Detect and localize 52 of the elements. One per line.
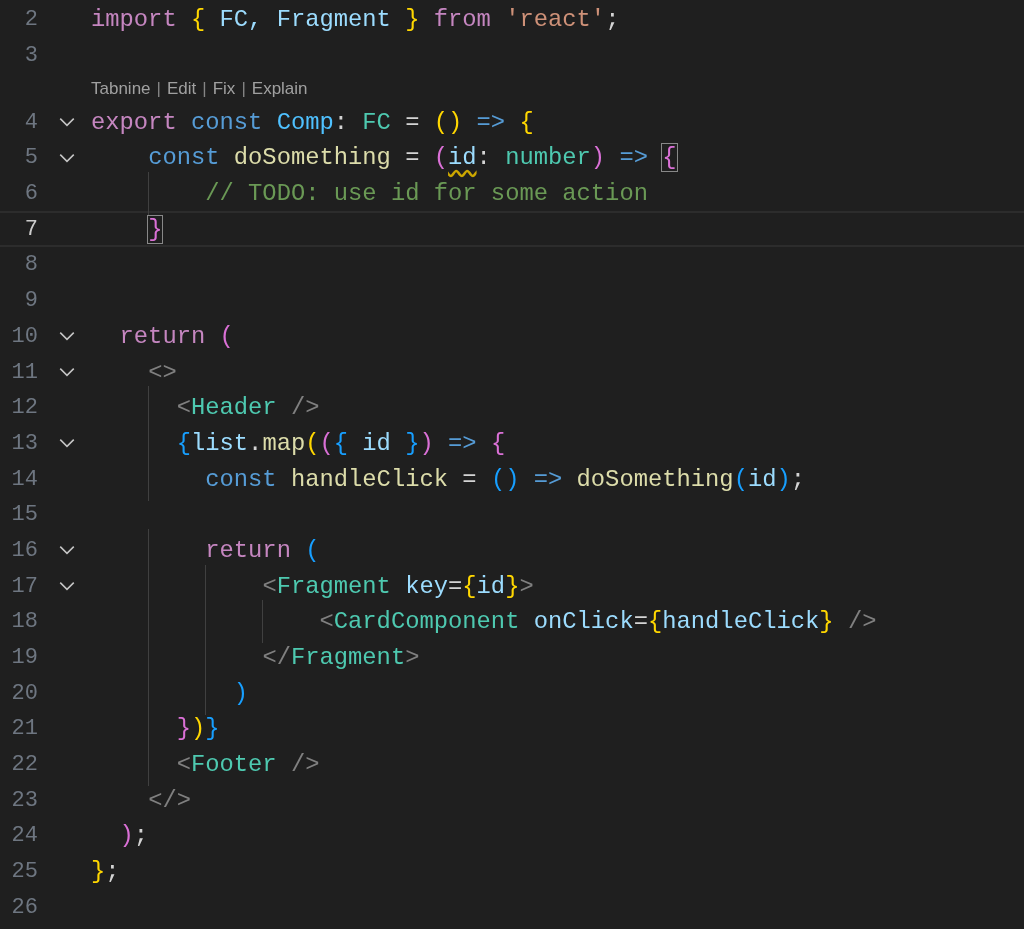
line-number: 11	[11, 359, 38, 385]
code-line: })}	[176, 715, 220, 743]
line-number: 3	[24, 43, 38, 69]
code-line: )	[233, 679, 249, 707]
line-number: 10	[11, 323, 38, 349]
code-line: // TODO: use id for some action	[205, 180, 648, 208]
code-line: const doSomething = (id: number) => {	[148, 144, 677, 172]
line-number: 21	[11, 716, 38, 742]
line-number: 18	[11, 609, 38, 635]
code-line: <>	[148, 358, 177, 386]
code-line: <Header />	[176, 394, 320, 422]
line-number: 6	[24, 181, 38, 207]
line-number: 13	[11, 430, 38, 456]
codelens-separator: |	[156, 78, 161, 99]
codelens-link[interactable]: Tabnine	[91, 78, 151, 99]
line-number: 2	[24, 7, 38, 33]
code-line: return (	[205, 536, 320, 564]
codelens-separator: |	[241, 78, 246, 99]
line-number: 9	[24, 288, 38, 314]
codelens-link[interactable]: Fix	[212, 78, 236, 99]
code-line: return (	[119, 322, 234, 350]
line-number: 15	[11, 502, 38, 528]
code-line: export const Comp: FC = () => {	[91, 108, 534, 136]
line-number: 26	[11, 894, 38, 920]
code-line: {list.map(({ id }) => {	[176, 429, 506, 457]
code-line: <Footer />	[176, 751, 320, 779]
code-line: };	[91, 858, 120, 886]
codelens-separator: |	[202, 78, 207, 99]
line-number: 8	[24, 252, 38, 278]
line-number: 17	[11, 573, 38, 599]
code-line: }	[148, 215, 163, 243]
code-line: <CardComponent onClick={handleClick} />	[319, 608, 877, 636]
line-number: 12	[11, 395, 38, 421]
line-number: 7	[24, 216, 38, 242]
codelens-link[interactable]: Explain	[251, 78, 308, 99]
code-line: const handleClick = () => doSomething(id);	[205, 465, 806, 493]
line-number: 19	[11, 645, 38, 671]
line-number: 5	[24, 145, 38, 171]
line-number: 22	[11, 752, 38, 778]
line-number: 14	[11, 466, 38, 492]
code-line: import { FC, Fragment } from 'react';	[91, 6, 620, 34]
line-number: 23	[11, 787, 38, 813]
line-number: 24	[11, 823, 38, 849]
code-line: </>	[148, 786, 191, 814]
codelens-link[interactable]: Edit	[167, 78, 197, 99]
code-line: <Fragment key={id}>	[262, 572, 534, 600]
line-number: 20	[11, 680, 38, 706]
code-line: </Fragment>	[262, 644, 420, 672]
code-line: );	[119, 822, 149, 850]
line-number: 16	[11, 537, 38, 563]
line-number: 4	[24, 109, 38, 135]
line-number: 25	[11, 859, 38, 885]
